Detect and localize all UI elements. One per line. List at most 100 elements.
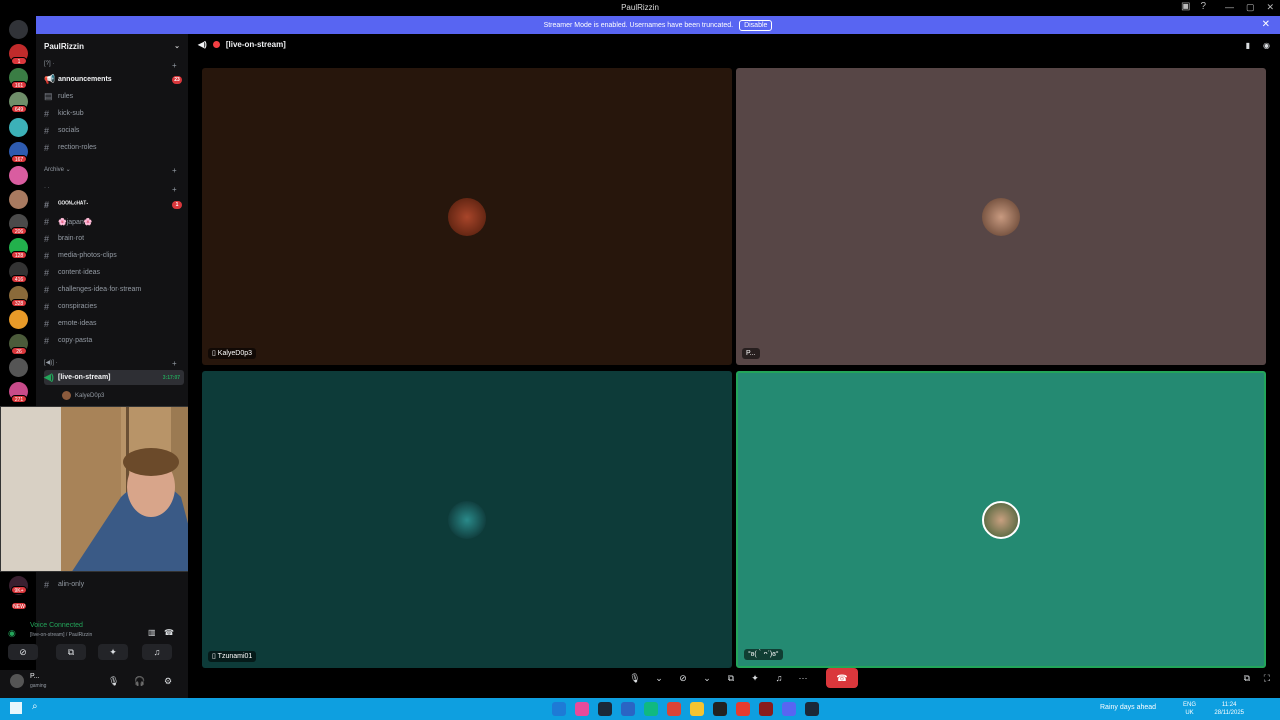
channel-japan[interactable]: # 🌸japan🌸 (44, 214, 184, 229)
server-icon[interactable] (9, 190, 28, 209)
voice-user[interactable]: KalyeD0p3 (62, 391, 104, 400)
channel-copy-pasta[interactable]: # copy·pasta (44, 333, 184, 348)
app-icon[interactable] (759, 702, 773, 716)
soundboard-button[interactable]: ♫ (142, 644, 172, 660)
headphones-icon[interactable]: 🎧 (134, 676, 145, 687)
rail-badge: 161 (11, 81, 27, 89)
participant-tile-speaking[interactable]: °ʚ(｀ᴖ´)ɞ° (736, 371, 1266, 668)
discord-icon[interactable] (782, 702, 796, 716)
add-channel-icon: + (172, 166, 177, 175)
popout-icon[interactable]: ⧉ (1244, 673, 1250, 684)
more-icon[interactable]: ··· (794, 670, 812, 686)
chevron-down-icon[interactable]: ⌄ (698, 670, 716, 686)
server-icon[interactable] (9, 310, 28, 329)
members-icon[interactable]: ◉ (1263, 41, 1270, 50)
app-icon[interactable] (644, 702, 658, 716)
rail-badge: 328 (11, 299, 27, 307)
server-name: PaulRizzin (44, 41, 85, 51)
clock[interactable]: 11:24 28/11/2025 (1214, 701, 1244, 717)
speaker-icon: ◀) (198, 40, 207, 49)
noise-suppression-icon[interactable]: ▥ (148, 628, 156, 637)
channel-socials[interactable]: # socials (44, 123, 184, 138)
channel-content-ideas[interactable]: # content·ideas (44, 265, 184, 280)
avatar[interactable] (10, 674, 24, 688)
soundboard-icon[interactable]: ♫ (770, 670, 788, 686)
share-screen-button[interactable]: ⧉ (56, 644, 86, 660)
category-label[interactable]: · · + (44, 185, 177, 194)
weather-widget[interactable]: Rainy days ahead (1100, 704, 1156, 711)
camera-off-icon[interactable]: ⊘ (674, 670, 692, 686)
channel-announcements[interactable]: 📢 announcements 23 (44, 72, 184, 87)
inbox-icon[interactable]: ▣ (1181, 1, 1190, 12)
category-archive[interactable]: Archive ⌄ + (44, 166, 177, 175)
discord-home-icon[interactable] (9, 20, 28, 39)
bookmark-icon[interactable]: ▮ (1246, 41, 1250, 50)
share-screen-icon[interactable]: ⧉ (722, 670, 740, 686)
hash-icon: # (44, 108, 50, 119)
chrome-icon[interactable] (667, 702, 681, 716)
channel-kick-sub[interactable]: # kick-sub (44, 106, 184, 121)
steam-icon[interactable] (598, 702, 612, 716)
file-explorer-icon[interactable] (690, 702, 704, 716)
hash-icon: # (44, 216, 50, 227)
activities-button[interactable]: ✦ (98, 644, 128, 660)
streamer-mode-banner: Streamer Mode is enabled. Usernames have… (36, 16, 1280, 34)
voice-channel-live-on-stream[interactable]: ◀) [live-on-stream] 3:17:07 (44, 370, 184, 385)
gear-icon[interactable]: ⚙ (164, 676, 172, 687)
close-banner-icon[interactable]: ✕ (1262, 19, 1270, 30)
participant-tile[interactable]: ▯ Tzunami01 (202, 371, 732, 668)
channel-challenges[interactable]: # challenges·idea·for·stream (44, 282, 184, 297)
server-icon[interactable] (9, 358, 28, 377)
channel-rules[interactable]: ▤ rules (44, 89, 184, 104)
channel-alin-only[interactable]: # alin-only (44, 577, 184, 592)
user-panel: P... gaming 🎙 🎧 ⚙ (0, 670, 188, 698)
chevron-down-icon[interactable]: ⌄ (650, 670, 668, 686)
voice-call-area: ◀) [live-on-stream] ▮ ◉ ▯ KalyeD0p3 P...… (188, 34, 1280, 698)
live-dot (212, 41, 220, 48)
help-icon[interactable]: ? (1200, 1, 1206, 12)
channel-conspiracies[interactable]: # conspiracies (44, 299, 184, 314)
microphone-icon[interactable]: 🎙 (626, 670, 644, 686)
category-voice[interactable]: [◀)] · + (44, 359, 177, 368)
hash-icon: # (44, 233, 50, 244)
minimize-button[interactable]: — (1225, 2, 1234, 13)
app-icon[interactable] (713, 702, 727, 716)
language-indicator[interactable]: ENG UK (1183, 701, 1196, 717)
banner-text: Streamer Mode is enabled. Usernames have… (543, 21, 734, 29)
fullscreen-icon[interactable]: ⛶ (1264, 673, 1270, 684)
participant-tile[interactable]: ▯ KalyeD0p3 (202, 68, 732, 365)
hash-icon: # (44, 125, 50, 136)
add-channel-icon: + (172, 359, 177, 368)
microphone-icon[interactable]: 🎙 (108, 676, 119, 687)
search-icon[interactable]: ⌕ (32, 701, 38, 712)
close-button[interactable]: ✕ (1266, 2, 1274, 13)
activities-icon[interactable]: ✦ (746, 670, 764, 686)
avatar (62, 391, 71, 400)
channel-goon-chat[interactable]: # ᴳᴼᴼᴺ-ᶜᴴᴬᵀ· 1 (44, 197, 184, 212)
windows-start-icon[interactable] (10, 702, 22, 714)
call-controls: 🎙 ⌄ ⊘ ⌄ ⧉ ✦ ♫ ··· ☎ (626, 668, 858, 688)
category-label[interactable]: [?] · + (44, 61, 177, 70)
channel-rection-roles[interactable]: # rection-roles (44, 140, 184, 155)
app-icon[interactable] (736, 702, 750, 716)
server-icon[interactable] (9, 166, 28, 185)
participant-tile[interactable]: P... (736, 68, 1266, 365)
server-header[interactable]: PaulRizzin ⌄ (36, 34, 188, 58)
edge-icon[interactable] (552, 702, 566, 716)
steam-icon[interactable] (805, 702, 819, 716)
app-icon[interactable] (621, 702, 635, 716)
camera-off-button[interactable]: ⊘ (8, 644, 38, 660)
server-icon[interactable] (9, 118, 28, 137)
hash-icon: # (44, 267, 50, 278)
maximize-button[interactable]: ▢ (1246, 2, 1255, 13)
hash-icon: # (44, 318, 50, 329)
disable-streamer-button[interactable]: Disable (739, 19, 773, 31)
participant-name: P... (742, 348, 760, 359)
channel-emote-ideas[interactable]: # emote·ideas (44, 316, 184, 331)
channel-media-photos-clips[interactable]: # media-photos-clips (44, 248, 184, 263)
disconnect-icon[interactable]: ☎ (164, 628, 174, 637)
leave-call-button[interactable]: ☎ (826, 668, 858, 688)
channel-brain-rot[interactable]: # brain·rot (44, 231, 184, 246)
signal-icon[interactable]: ◉ (8, 628, 16, 639)
app-icon[interactable] (575, 702, 589, 716)
